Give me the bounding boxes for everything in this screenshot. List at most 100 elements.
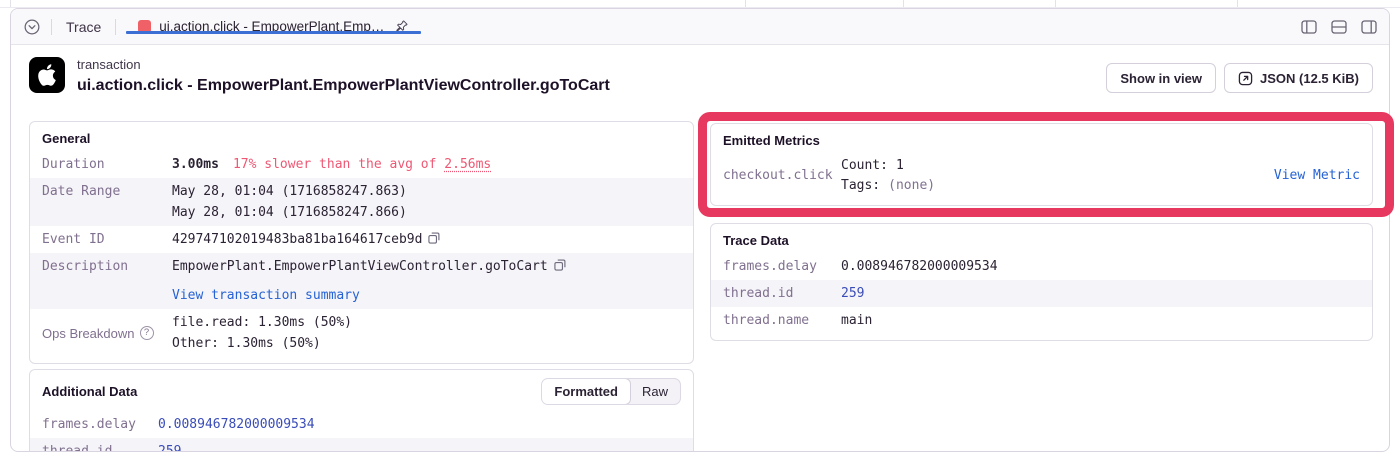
trace-breadcrumb[interactable]: Trace xyxy=(62,19,105,35)
ops-breakdown-label: Ops Breakdown xyxy=(42,323,135,344)
background-divider xyxy=(1237,0,1238,7)
metric-count-line: Count: 1 xyxy=(841,156,1274,176)
layout-sidebar-left-button[interactable] xyxy=(1301,20,1317,34)
background-divider xyxy=(903,0,904,7)
row-thread-id: thread.id 259 xyxy=(711,280,1372,307)
row-thread-id: thread.id 259 xyxy=(30,438,693,452)
duration-value: 3.00ms xyxy=(172,157,219,172)
view-transaction-summary-link[interactable]: View transaction summary xyxy=(172,288,360,303)
help-icon[interactable]: ? xyxy=(140,326,154,340)
row-key: Event ID xyxy=(42,229,172,250)
general-panel: General Duration 3.00ms 17% slower than t… xyxy=(29,121,694,364)
row-value: 429747102019483ba81ba164617ceb9d xyxy=(172,229,681,250)
row-key: frames.delay xyxy=(723,256,841,277)
row-value: file.read: 1.30ms (50%) Other: 1.30ms (5… xyxy=(172,312,681,354)
layout-sidebar-right-button[interactable] xyxy=(1361,20,1377,34)
duration-comparison: 17% slower than the avg of 2.56ms xyxy=(233,157,491,172)
trace-data-panel: Trace Data frames.delay 0.00894678200000… xyxy=(710,223,1373,341)
row-key: thread.name xyxy=(723,310,841,331)
background-divider xyxy=(10,0,11,7)
header-actions: Show in view JSON (12.5 KiB) xyxy=(1106,57,1373,93)
emitted-metrics-title: Emitted Metrics xyxy=(711,124,1372,153)
apple-logo-icon xyxy=(35,63,59,87)
row-key: Duration xyxy=(42,154,172,175)
chevron-down-circle-icon xyxy=(23,18,41,36)
format-toggle: Formatted Raw xyxy=(541,378,681,405)
divider xyxy=(115,19,116,35)
date-range-end: May 28, 01:04 (1716858247.866) xyxy=(172,202,681,223)
event-type-label: transaction xyxy=(77,57,610,73)
layout-right-icon xyxy=(1361,20,1377,34)
general-panel-title: General xyxy=(30,122,693,151)
row-key: Ops Breakdown? xyxy=(42,312,172,354)
copy-icon[interactable] xyxy=(553,258,567,272)
drawer-tab-bar: Trace ui.action.click - EmpowerPlant.Emp… xyxy=(11,9,1389,45)
json-button-label: JSON (12.5 KiB) xyxy=(1260,71,1359,86)
row-value: 259 xyxy=(841,283,1360,304)
external-link-icon xyxy=(1238,71,1253,86)
frames-delay-value: 0.008946782000009534 xyxy=(158,417,315,432)
background-divider xyxy=(745,0,746,7)
emitted-metrics-panel: Emitted Metrics checkout.click Count: 1 T… xyxy=(710,123,1373,206)
row-date-range: Date Range May 28, 01:04 (1716858247.863… xyxy=(30,178,693,226)
row-key: Date Range xyxy=(42,181,172,223)
copy-icon[interactable] xyxy=(427,231,441,245)
drawer-tab-bar-left: Trace ui.action.click - EmpowerPlant.Emp… xyxy=(23,9,421,44)
row-duration: Duration 3.00ms 17% slower than the avg o… xyxy=(30,151,693,178)
row-value: 3.00ms 17% slower than the avg of 2.56ms xyxy=(172,154,681,175)
count-value: 1 xyxy=(896,158,904,173)
divider xyxy=(51,19,52,35)
page-title: ui.action.click - EmpowerPlant.EmpowerPl… xyxy=(77,75,610,97)
thread-id-value: 259 xyxy=(158,444,181,452)
show-in-view-button[interactable]: Show in view xyxy=(1106,63,1216,93)
background-ui-strip xyxy=(0,0,1400,8)
tags-value: (none) xyxy=(888,178,935,193)
pin-icon[interactable] xyxy=(394,19,409,34)
event-id-value: 429747102019483ba81ba164617ceb9d xyxy=(172,232,422,247)
additional-data-header: Additional Data Formatted Raw xyxy=(30,370,693,411)
ops-breakdown-other: Other: 1.30ms (50%) xyxy=(172,333,681,354)
date-range-start: May 28, 01:04 (1716858247.863) xyxy=(172,181,681,202)
row-thread-name: thread.name main xyxy=(711,307,1372,334)
count-label: Count: xyxy=(841,158,888,173)
row-key: frames.delay xyxy=(42,414,158,435)
transaction-header: transaction ui.action.click - EmpowerPla… xyxy=(29,57,1373,97)
row-description: Description EmpowerPlant.EmpowerPlantVie… xyxy=(30,253,693,309)
description-value-line: EmpowerPlant.EmpowerPlantViewController.… xyxy=(172,256,681,277)
trace-data-title: Trace Data xyxy=(711,224,1372,253)
metric-key: checkout.click xyxy=(723,166,841,186)
description-value: EmpowerPlant.EmpowerPlantViewController.… xyxy=(172,259,548,274)
row-value: 0.008946782000009534 xyxy=(841,256,1360,277)
tags-label: Tags: xyxy=(841,178,880,193)
row-key: thread.id xyxy=(42,441,158,452)
layout-left-icon xyxy=(1301,20,1317,34)
collapse-drawer-button[interactable] xyxy=(23,18,41,36)
background-divider xyxy=(1055,0,1056,7)
row-key: Description xyxy=(42,256,172,306)
row-frames-delay: frames.delay 0.008946782000009534 xyxy=(711,253,1372,280)
tab-transaction[interactable]: ui.action.click - EmpowerPlant.Emp… xyxy=(126,19,421,34)
apple-platform-icon xyxy=(29,57,65,93)
row-value: EmpowerPlant.EmpowerPlantViewController.… xyxy=(172,256,681,306)
row-event-id: Event ID 429747102019483ba81ba164617ceb9… xyxy=(30,226,693,253)
drawer-layout-controls xyxy=(1301,9,1377,44)
row-value: 259 xyxy=(158,441,681,452)
layout-panel-bottom-button[interactable] xyxy=(1331,20,1347,34)
toggle-raw[interactable]: Raw xyxy=(630,379,680,404)
metric-details: Count: 1 Tags: (none) xyxy=(841,156,1274,196)
row-frames-delay: frames.delay 0.008946782000009534 xyxy=(30,411,693,438)
row-value: main xyxy=(841,310,1360,331)
row-ops-breakdown: Ops Breakdown? file.read: 1.30ms (50%) O… xyxy=(30,309,693,357)
metric-tags-line: Tags: (none) xyxy=(841,176,1274,196)
avg-duration-value[interactable]: 2.56ms xyxy=(444,157,491,172)
transaction-summary-link-line: View transaction summary xyxy=(172,285,681,306)
json-download-button[interactable]: JSON (12.5 KiB) xyxy=(1224,63,1373,93)
tab-label: ui.action.click - EmpowerPlant.Emp… xyxy=(159,19,384,34)
view-metric-link[interactable]: View Metric xyxy=(1274,166,1360,186)
transaction-color-swatch xyxy=(138,20,151,33)
row-key: thread.id xyxy=(723,283,841,304)
row-value: May 28, 01:04 (1716858247.863) May 28, 0… xyxy=(172,181,681,223)
additional-data-panel: Additional Data Formatted Raw frames.del… xyxy=(29,369,694,452)
row-value: 0.008946782000009534 xyxy=(158,414,681,435)
toggle-formatted[interactable]: Formatted xyxy=(541,378,631,405)
